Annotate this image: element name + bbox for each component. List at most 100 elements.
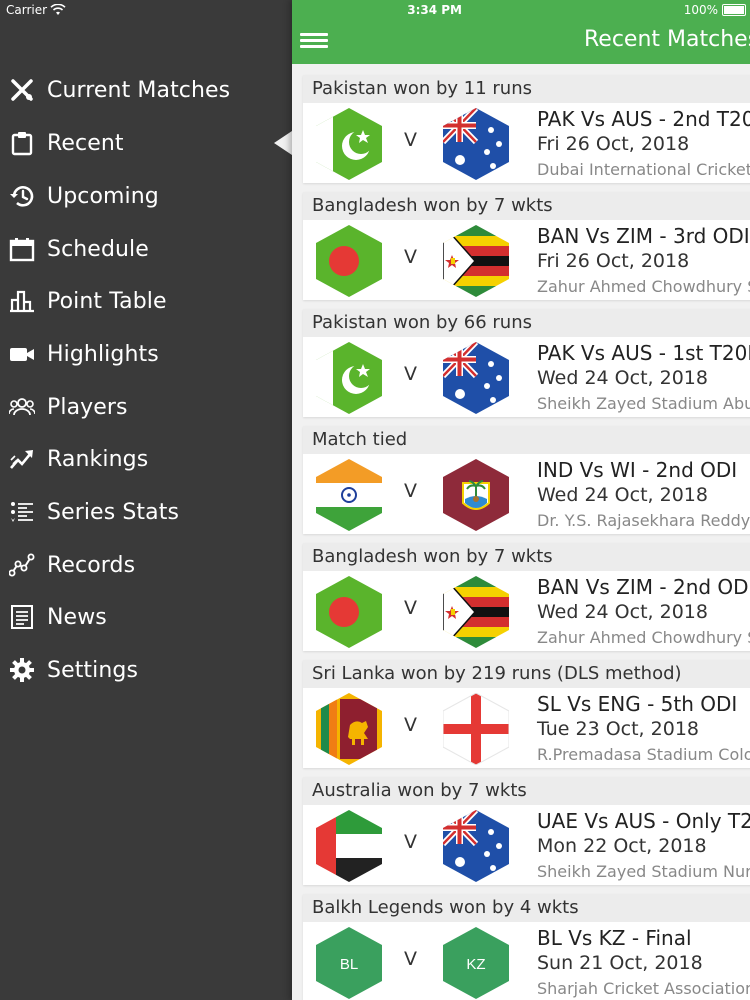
- match-title: BL Vs KZ - Final: [537, 926, 692, 950]
- document-icon: [9, 604, 35, 630]
- sidebar-item-label: Players: [47, 394, 128, 420]
- versus-label: V: [404, 597, 417, 619]
- sidebar-item-records[interactable]: Records: [0, 539, 292, 591]
- match-card[interactable]: Bangladesh won by 7 wkts V BAN Vs ZIM - …: [303, 543, 750, 651]
- crossed-bats-icon: [9, 77, 35, 103]
- match-result-header: Match tied: [303, 426, 750, 454]
- match-date: Tue 23 Oct, 2018: [537, 718, 699, 740]
- england-flag-icon: [443, 693, 509, 765]
- sidebar-item-label: Settings: [47, 657, 139, 683]
- match-result-header: Pakistan won by 66 runs: [303, 309, 750, 337]
- status-bar-left: Carrier: [0, 0, 292, 22]
- sidebar-item-current-matches[interactable]: Current Matches: [0, 64, 292, 116]
- match-card[interactable]: Australia won by 7 wkts V UAE Vs AUS - O…: [303, 777, 750, 885]
- match-venue: Sheikh Zayed Stadium Nursery: [537, 862, 750, 881]
- sidebar-item-point-table[interactable]: Point Table: [0, 275, 292, 327]
- sidebar-item-label: Records: [47, 552, 136, 578]
- sidebar-item-rankings[interactable]: Rankings: [0, 433, 292, 485]
- team-badge-icon: BL: [316, 927, 382, 999]
- clipboard-icon: [9, 130, 35, 156]
- india-flag-icon: [316, 459, 382, 531]
- match-result: Balkh Legends won by 4 wkts: [312, 897, 579, 918]
- versus-label: V: [404, 480, 417, 502]
- zimbabwe-flag-icon: [443, 225, 509, 297]
- sidebar-item-label: Upcoming: [47, 183, 159, 209]
- match-card[interactable]: Match tied V IND Vs WI - 2nd ODI Wed 24 …: [303, 426, 750, 534]
- match-result: Australia won by 7 wkts: [312, 780, 527, 801]
- match-venue: Sharjah Cricket Association Stadium: [537, 979, 750, 998]
- sidebar-item-label: Schedule: [47, 236, 149, 262]
- zimbabwe-flag-icon: [443, 576, 509, 648]
- match-body: BL V KZ BL Vs KZ - Final Sun 21 Oct, 201…: [303, 922, 750, 1000]
- match-card[interactable]: Balkh Legends won by 4 wkts BL V KZ BL V…: [303, 894, 750, 1000]
- menu-button[interactable]: [300, 30, 328, 54]
- top-bar: 3:34 PM 100% Recent Matches: [292, 0, 750, 64]
- battery-icon: [722, 4, 746, 16]
- sidebar-item-settings[interactable]: Settings: [0, 644, 292, 696]
- sidebar-item-label: Current Matches: [47, 77, 231, 103]
- match-body: V PAK Vs AUS - 1st T20I Wed 24 Oct, 2018…: [303, 337, 750, 417]
- match-date: Wed 24 Oct, 2018: [537, 601, 708, 623]
- sidebar-item-highlights[interactable]: Highlights: [0, 328, 292, 380]
- australia-flag-icon: [443, 810, 509, 882]
- match-body: V BAN Vs ZIM - 3rd ODI Fri 26 Oct, 2018 …: [303, 220, 750, 300]
- bangladesh-flag-icon: [316, 225, 382, 297]
- match-card[interactable]: Pakistan won by 11 runs V PAK Vs AUS - 2…: [303, 75, 750, 183]
- match-result: Pakistan won by 11 runs: [312, 78, 532, 99]
- page-title: Recent Matches: [584, 27, 750, 52]
- versus-label: V: [404, 714, 417, 736]
- match-result: Sri Lanka won by 219 runs (DLS method): [312, 663, 682, 684]
- versus-label: V: [404, 363, 417, 385]
- sidebar-item-players[interactable]: Players: [0, 381, 292, 433]
- sidebar-item-label: Rankings: [47, 446, 149, 472]
- sidebar-item-upcoming[interactable]: Upcoming: [0, 170, 292, 222]
- match-date: Fri 26 Oct, 2018: [537, 250, 690, 272]
- pakistan-flag-icon: [316, 108, 382, 180]
- match-result: Bangladesh won by 7 wkts: [312, 195, 553, 216]
- match-card[interactable]: Bangladesh won by 7 wkts V BAN Vs ZIM - …: [303, 192, 750, 300]
- sidebar-item-schedule[interactable]: Schedule: [0, 223, 292, 275]
- match-result-header: Sri Lanka won by 219 runs (DLS method): [303, 660, 750, 688]
- match-date: Wed 24 Oct, 2018: [537, 367, 708, 389]
- match-title: PAK Vs AUS - 2nd T20I: [537, 107, 750, 131]
- match-result: Bangladesh won by 7 wkts: [312, 546, 553, 567]
- versus-label: V: [404, 831, 417, 853]
- carrier-label: Carrier: [6, 3, 48, 17]
- uae-flag-icon: [316, 810, 382, 882]
- match-title: PAK Vs AUS - 1st T20I: [537, 341, 750, 365]
- team1-abbr: BL: [340, 956, 358, 973]
- bangladesh-flag-icon: [316, 576, 382, 648]
- match-result: Match tied: [312, 429, 408, 450]
- line-chart-icon: [9, 552, 35, 578]
- sidebar-item-series-stats[interactable]: Series Stats: [0, 486, 292, 538]
- team-badge-icon: KZ: [443, 927, 509, 999]
- match-card[interactable]: Pakistan won by 66 runs V PAK Vs AUS - 1…: [303, 309, 750, 417]
- match-result-header: Australia won by 7 wkts: [303, 777, 750, 805]
- match-result-header: Bangladesh won by 7 wkts: [303, 192, 750, 220]
- sidebar-item-recent[interactable]: Recent: [0, 117, 292, 169]
- sri-lanka-flag-icon: [316, 693, 382, 765]
- list-icon: [9, 499, 35, 525]
- match-card[interactable]: Sri Lanka won by 219 runs (DLS method) V…: [303, 660, 750, 768]
- match-title: IND Vs WI - 2nd ODI: [537, 458, 738, 482]
- match-date: Sun 21 Oct, 2018: [537, 952, 703, 974]
- australia-flag-icon: [443, 108, 509, 180]
- match-body: V SL Vs ENG - 5th ODI Tue 23 Oct, 2018 R…: [303, 688, 750, 768]
- active-item-indicator: [274, 131, 292, 155]
- match-body: V IND Vs WI - 2nd ODI Wed 24 Oct, 2018 D…: [303, 454, 750, 534]
- sidebar-item-label: News: [47, 604, 107, 630]
- sidebar-item-news[interactable]: News: [0, 591, 292, 643]
- match-venue: Zahur Ahmed Chowdhury Stadium: [537, 628, 750, 647]
- sidebar-item-label: Point Table: [47, 288, 167, 314]
- match-title: UAE Vs AUS - Only T20I: [537, 809, 750, 833]
- australia-flag-icon: [443, 342, 509, 414]
- pakistan-flag-icon: [316, 342, 382, 414]
- match-body: V BAN Vs ZIM - 2nd ODI Wed 24 Oct, 2018 …: [303, 571, 750, 651]
- match-venue: Dubai International Cricket Stadium: [537, 160, 750, 179]
- match-venue: Dr. Y.S. Rajasekhara Reddy ACA-VDCA Stad…: [537, 511, 750, 530]
- sidebar-item-label: Series Stats: [47, 499, 180, 525]
- status-battery: 100%: [684, 3, 746, 17]
- hamburger-icon: [300, 33, 328, 36]
- match-date: Wed 24 Oct, 2018: [537, 484, 708, 506]
- match-result-header: Bangladesh won by 7 wkts: [303, 543, 750, 571]
